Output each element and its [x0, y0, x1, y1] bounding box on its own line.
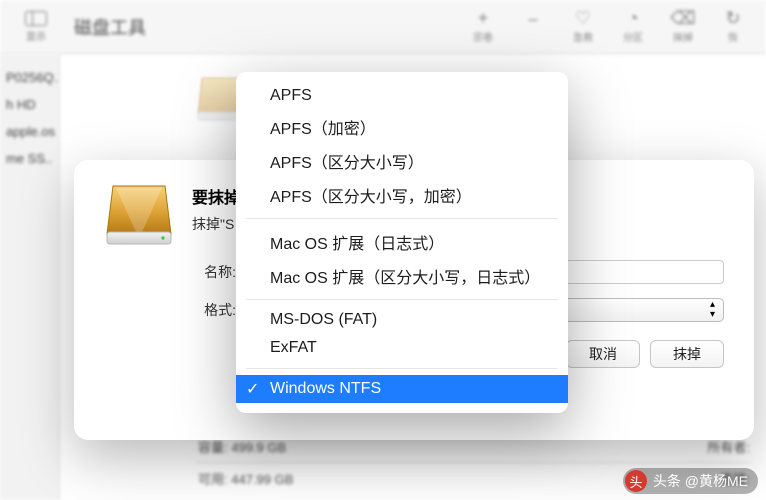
watermark: 头 头条 @黄杨ME: [623, 468, 758, 494]
divider: [246, 218, 558, 219]
sidebar: P0256Q… h HD apple.os me SS..: [0, 54, 60, 500]
restore-icon: ↻: [725, 9, 740, 27]
pie-icon: ◔: [628, 9, 639, 27]
add-volume-button[interactable]: + 宗卷: [458, 9, 508, 44]
eraser-icon: ⌫: [670, 9, 695, 27]
minus-icon: −: [528, 11, 539, 29]
plus-icon: +: [478, 9, 489, 27]
chevron-updown-icon: ▴▾: [710, 300, 715, 320]
check-icon: ✓: [246, 379, 259, 399]
dropdown-option-hfs-j[interactable]: Mac OS 扩展（日志式）: [236, 225, 568, 259]
dropdown-option-apfs-cs[interactable]: APFS（区分大小写）: [236, 144, 568, 178]
name-label: 名称:: [192, 262, 236, 282]
dropdown-option-fat[interactable]: MS-DOS (FAT): [236, 306, 568, 334]
remove-volume-button[interactable]: −: [508, 11, 558, 42]
watermark-text: 头条 @黄杨ME: [653, 471, 748, 491]
sidebar-item-disk[interactable]: h HD: [0, 91, 59, 118]
view-mode-button[interactable]: 显示: [8, 11, 64, 43]
toolbar: 显示 磁盘工具 + 宗卷 − ♡ 急救 ◔ 分区 ⌫ 抹掉 ↻ 恢: [0, 0, 766, 54]
confirm-erase-button[interactable]: 抹掉: [650, 340, 724, 368]
view-label: 显示: [26, 28, 46, 43]
sidebar-item-disk[interactable]: apple.os: [0, 118, 59, 145]
app-title: 磁盘工具: [74, 14, 146, 40]
sidebar-item-disk[interactable]: P0256Q…: [0, 64, 59, 91]
divider: [246, 368, 558, 369]
watermark-icon: 头: [625, 470, 647, 492]
dropdown-option-apfs-cs-enc[interactable]: APFS（区分大小写，加密）: [236, 178, 568, 212]
sidebar-item-disk[interactable]: me SS..: [0, 145, 59, 172]
format-dropdown: APFS APFS（加密） APFS（区分大小写） APFS（区分大小写，加密）…: [236, 72, 568, 413]
drive-icon: [104, 184, 174, 246]
dropdown-option-exfat[interactable]: ExFAT: [236, 334, 568, 362]
cancel-button[interactable]: 取消: [566, 340, 640, 368]
sidebar-layout-icon: [25, 11, 47, 26]
dropdown-option-hfs-cs-j[interactable]: Mac OS 扩展（区分大小写，日志式）: [236, 259, 568, 293]
dropdown-option-ntfs[interactable]: ✓ Windows NTFS: [236, 375, 568, 403]
dropdown-option-apfs[interactable]: APFS: [236, 82, 568, 110]
partition-button[interactable]: ◔ 分区: [608, 9, 658, 44]
divider: [246, 299, 558, 300]
heart-icon: ♡: [575, 9, 591, 27]
erase-button[interactable]: ⌫ 抹掉: [658, 9, 708, 44]
restore-button[interactable]: ↻ 恢: [708, 9, 758, 44]
dropdown-option-apfs-encrypted[interactable]: APFS（加密）: [236, 110, 568, 144]
first-aid-button[interactable]: ♡ 急救: [558, 9, 608, 44]
format-label: 格式:: [192, 300, 236, 320]
